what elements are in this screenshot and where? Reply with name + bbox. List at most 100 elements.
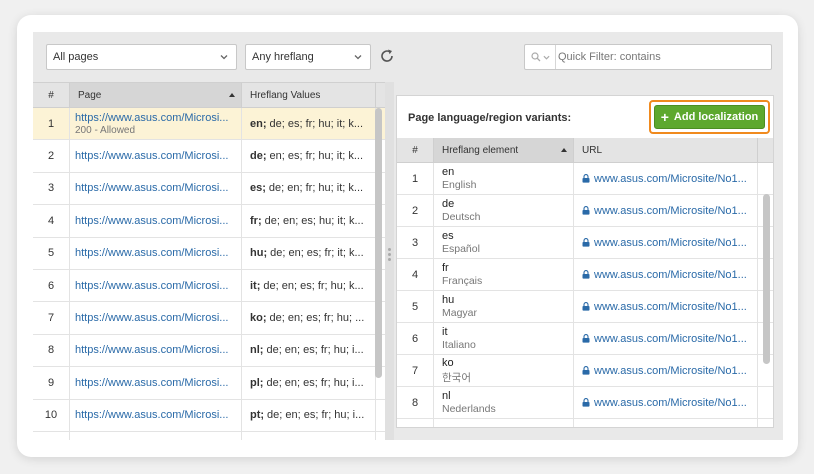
table-row[interactable]: 3 https://www.asus.com/Microsi... es; de; e… [33,172,385,206]
lock-icon [582,398,590,407]
url-cell[interactable]: www.asus.com/Microsite/No1... [574,259,758,290]
chevron-down-icon [220,55,228,60]
lock-icon [582,366,590,375]
variant-url: www.asus.com/Microsite/No1... [594,236,747,249]
variants-grid-body: 1 en English www.asus.com/Microsite/No1... 2… [397,163,773,427]
page-cell: https://www.asus.com/Microsi... [70,399,242,431]
row-number: 7 [397,355,434,386]
pages-grid-scrollbar[interactable] [375,108,382,378]
panel-splitter[interactable] [385,82,394,440]
table-row[interactable]: 5 https://www.asus.com/Microsi... hu; de; e… [33,237,385,270]
variant-url: www.asus.com/Microsite/No1... [594,268,747,281]
table-row[interactable]: nlwww.asus.com/Microsite/No1... [397,419,773,427]
page-url[interactable]: https://www.asus.com/Microsi... [75,150,241,162]
row-number: 5 [397,291,434,322]
hreflang-code: nl [442,390,451,402]
variant-url: www.asus.com/Microsite/No1... [594,396,747,409]
column-header-hreflang-element[interactable]: Hreflang element [434,138,574,162]
table-row[interactable]: 9 https://www.asus.com/Microsi... pl; de; e… [33,367,385,400]
url-cell[interactable]: www.asus.com/Microsite/No1... [574,163,758,194]
table-row[interactable]: 7 https://www.asus.com/Microsi... ko; de; e… [33,302,385,335]
filter-mode-dropdown[interactable] [525,45,556,69]
table-row[interactable]: 10 https://www.asus.com/Microsi... pt; de; … [33,399,385,432]
url-cell[interactable]: www.asus.com/Microsite/No1... [574,227,758,258]
add-localization-highlight: + Add localization [649,100,770,134]
language-name: Deutsch [442,211,481,223]
page-url[interactable]: https://www.asus.com/Microsi... [75,377,241,389]
pages-select[interactable]: All pages [46,44,237,70]
hreflang-others: de; en; es; fr; it; k... [270,247,364,260]
row-number: 2 [397,195,434,226]
language-name: Magyar [442,307,478,319]
lock-icon [582,302,590,311]
pages-grid-body: 1 https://www.asus.com/Microsi... 200 - Al… [33,108,385,440]
lock-icon [582,174,590,183]
table-row[interactable]: 1 https://www.asus.com/Microsi... 200 - Al… [33,108,385,141]
hreflang-element-cell: nl [434,419,574,427]
variants-grid-scrollbar[interactable] [763,194,770,364]
hreflang-primary: pl; [250,376,264,389]
variant-url: www.asus.com/Microsite/No1... [594,204,747,217]
variant-url: www.asus.com/Microsite/No1... [594,364,747,377]
chevron-down-icon [542,55,550,60]
hreflang-element-cell: hu Magyar [434,291,574,322]
hreflang-code: hu [442,294,455,306]
table-row[interactable]: 8 nl Nederlands www.asus.com/Microsite/No1.… [397,387,773,419]
hreflang-primary: nl; [250,344,264,357]
row-number: 4 [397,259,434,290]
page-url[interactable]: https://www.asus.com/Microsi... [75,182,241,194]
page-url[interactable]: https://www.asus.com/Microsi... [75,280,241,292]
page-url[interactable]: https://www.asus.com/Microsi... [75,247,241,259]
page-url[interactable]: https://www.asus.com/Microsi... [75,112,241,124]
row-number: 10 [33,399,70,431]
table-row[interactable]: 6 it Italiano www.asus.com/Microsite/No1... [397,323,773,355]
table-row[interactable]: 4 https://www.asus.com/Microsi... fr; de; e… [33,205,385,238]
table-row[interactable]: 4 fr Français www.asus.com/Microsite/No1... [397,259,773,291]
hreflang-primary: fr; [250,214,262,227]
table-row[interactable]: 7 ko 한국어 www.asus.com/Microsite/No1... [397,355,773,387]
url-cell[interactable]: www.asus.com/Microsite/No1... [574,323,758,354]
page-url[interactable]: https://www.asus.com/Microsi... [75,344,241,356]
sort-ascending-icon [561,148,567,152]
hreflang-select[interactable]: Any hreflang [245,44,371,70]
url-cell[interactable]: www.asus.com/Microsite/No1... [574,195,758,226]
chevron-down-icon [354,55,362,60]
column-header-hreflang-values[interactable]: Hreflang Values [242,83,376,107]
page-cell: https://www.asus.com/Microsi... [70,302,242,334]
table-row[interactable] [33,431,385,440]
variants-grid-header: # Hreflang element URL [397,138,773,163]
table-row[interactable]: 1 en English www.asus.com/Microsite/No1... [397,163,773,195]
url-cell[interactable]: www.asus.com/Microsite/No1... [574,387,758,418]
column-header-hreflang-element-label: Hreflang element [442,144,519,156]
page-url[interactable]: https://www.asus.com/Microsi... [75,409,241,421]
refresh-icon[interactable] [379,48,395,64]
page-cell: https://www.asus.com/Microsi... [70,172,242,205]
row-number: 7 [33,302,70,334]
url-cell[interactable]: www.asus.com/Microsite/No1... [574,419,758,427]
page-url[interactable]: https://www.asus.com/Microsi... [75,215,241,227]
hreflang-element-cell: nl Nederlands [434,387,574,418]
row-number [397,419,434,427]
quick-filter-input[interactable] [558,47,768,67]
url-cell[interactable]: www.asus.com/Microsite/No1... [574,355,758,386]
table-row[interactable]: 5 hu Magyar www.asus.com/Microsite/No1... [397,291,773,323]
table-row[interactable]: 6 https://www.asus.com/Microsi... it; de; e… [33,269,385,303]
hreflang-others: de; en; es; fr; hu; i... [267,409,365,422]
table-row[interactable]: 2 de Deutsch www.asus.com/Microsite/No1... [397,195,773,227]
table-row[interactable]: 2 https://www.asus.com/Microsi... de; en; e… [33,140,385,173]
page-url[interactable]: https://www.asus.com/Microsi... [75,312,241,324]
table-row[interactable]: 8 https://www.asus.com/Microsi... nl; de; e… [33,334,385,368]
column-header-page[interactable]: Page [70,83,242,107]
add-localization-button[interactable]: + Add localization [654,105,765,129]
url-cell[interactable]: www.asus.com/Microsite/No1... [574,291,758,322]
table-row[interactable]: 3 es Español www.asus.com/Microsite/No1... [397,227,773,259]
hreflang-values-cell: pt; de; en; es; fr; hu; i... [242,399,376,431]
search-icon [530,52,540,62]
column-header-number[interactable]: # [397,138,434,162]
column-header-url[interactable]: URL [574,138,758,162]
column-header-number[interactable]: # [33,83,70,107]
grip-icon [388,248,391,263]
hreflang-primary: it; [250,279,261,292]
language-name: English [442,179,477,191]
page-cell: https://www.asus.com/Microsi... [70,367,242,399]
